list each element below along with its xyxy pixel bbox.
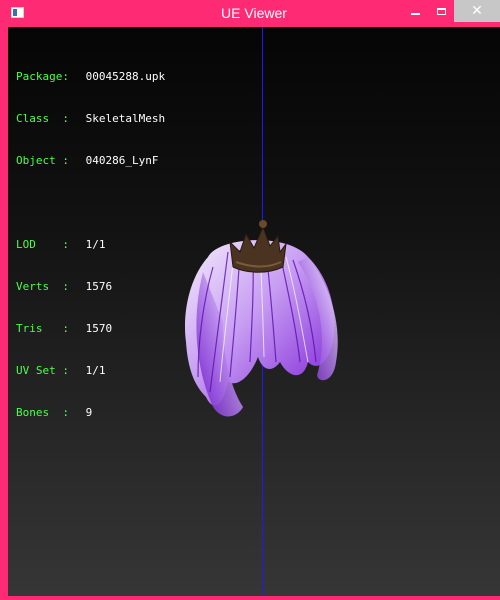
info-label: Bones : [16, 406, 69, 419]
hair-mesh-model [184, 220, 338, 417]
maximize-button[interactable] [428, 0, 454, 22]
close-button[interactable]: ✕ [454, 0, 500, 22]
info-label: Class : [16, 112, 69, 125]
info-label: UV Set : [16, 364, 69, 377]
title-bar[interactable]: UE Viewer ✕ [4, 0, 500, 27]
mesh-info-overlay: Package: 00045288.upk Class : SkeletalMe… [16, 42, 165, 448]
info-row-tris: Tris : 1570 [16, 322, 165, 336]
info-label: Object : [16, 154, 69, 167]
info-label: Tris : [16, 322, 69, 335]
maximize-icon [436, 7, 446, 15]
info-label: LOD : [16, 238, 69, 251]
info-row-uvset: UV Set : 1/1 [16, 364, 165, 378]
info-value: 9 [85, 406, 93, 419]
3d-viewport[interactable]: Package: 00045288.upk Class : SkeletalMe… [8, 27, 500, 596]
info-label: Verts : [16, 280, 69, 293]
close-icon: ✕ [471, 3, 483, 19]
info-row-bones: Bones : 9 [16, 406, 165, 420]
info-row-object: Object : 040286_LynF [16, 154, 165, 168]
minimize-icon [410, 13, 420, 15]
info-row-lod: LOD : 1/1 [16, 238, 165, 252]
info-value: 1576 [85, 280, 113, 293]
minimize-button[interactable] [402, 0, 428, 22]
info-row-verts: Verts : 1576 [16, 280, 165, 294]
info-label: Package: [16, 70, 69, 83]
info-value: SkeletalMesh [85, 112, 166, 125]
info-value: 1/1 [85, 238, 106, 251]
info-value: 1570 [85, 322, 113, 335]
app-window: UE Viewer ✕ Package: 00045288.upk Class … [0, 0, 500, 600]
info-value: 040286_LynF [85, 154, 159, 167]
info-row-class: Class : SkeletalMesh [16, 112, 165, 126]
info-row-package: Package: 00045288.upk [16, 70, 165, 84]
info-value: 00045288.upk [85, 70, 166, 83]
info-value: 1/1 [85, 364, 106, 377]
